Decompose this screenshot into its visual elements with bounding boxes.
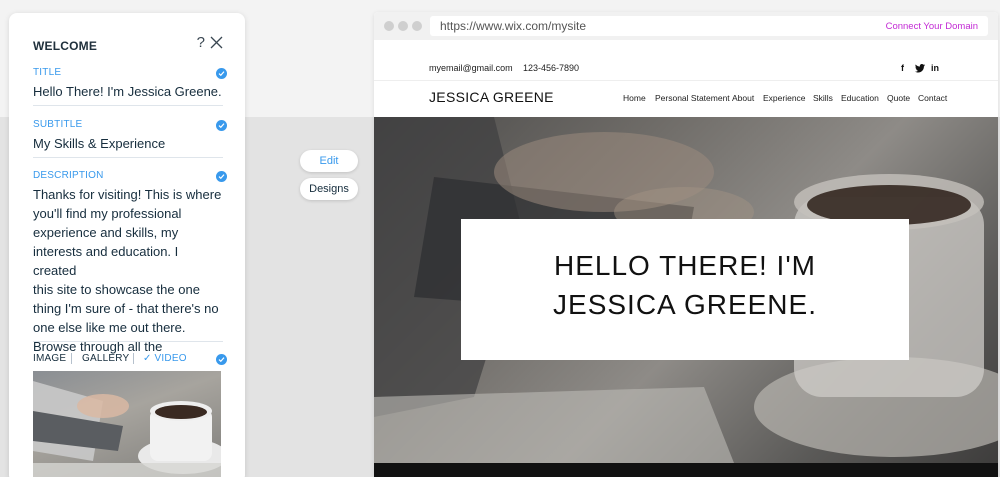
welcome-panel: WELCOME ? TITLE Hello There! I'm Jessica… xyxy=(9,13,245,477)
tab-separator xyxy=(133,353,134,364)
description-line: thing I'm sure of - that there's no xyxy=(33,301,219,316)
facebook-icon[interactable]: f xyxy=(901,63,904,73)
site-phone[interactable]: 123-456-7890 xyxy=(523,63,579,73)
subtitle-field-label: SUBTITLE xyxy=(33,119,83,130)
description-field-label: DESCRIPTION xyxy=(33,170,104,181)
nav-item-skills[interactable]: Skills xyxy=(813,93,833,103)
description-field-value[interactable]: Thanks for visiting! This is where you'l… xyxy=(33,185,223,356)
subtitle-field[interactable]: SUBTITLE My Skills & Experience xyxy=(33,119,227,153)
linkedin-icon[interactable]: in xyxy=(931,63,939,73)
description-line: this site to showcase the one xyxy=(33,282,200,297)
coffee-laptop-image xyxy=(33,381,221,477)
site-preview-window: https://www.wix.com/mysite Connect Your … xyxy=(374,12,998,477)
panel-header: WELCOME ? xyxy=(33,34,223,53)
connect-domain-link[interactable]: Connect Your Domain xyxy=(886,21,978,32)
twitter-icon[interactable] xyxy=(915,64,925,73)
check-icon xyxy=(216,68,227,79)
hero-title-line: JESSICA GREENE. xyxy=(553,289,817,320)
divider xyxy=(33,157,223,158)
window-dot xyxy=(398,21,408,31)
panel-title: WELCOME xyxy=(33,39,98,53)
check-icon xyxy=(216,354,227,365)
browser-address-bar: https://www.wix.com/mysite Connect Your … xyxy=(374,12,998,40)
header-divider xyxy=(374,80,998,81)
nav-item-quote[interactable]: Quote xyxy=(887,93,910,103)
divider xyxy=(33,105,223,106)
nav-item-about[interactable]: About xyxy=(732,93,754,103)
nav-item-personal-statement[interactable]: Personal Statement xyxy=(655,93,730,103)
check-icon xyxy=(216,120,227,131)
hero-bottom-strip xyxy=(374,463,998,477)
description-line: you'll find my professional xyxy=(33,206,182,221)
url-field[interactable]: https://www.wix.com/mysite Connect Your … xyxy=(430,16,988,36)
nav-item-home[interactable]: Home xyxy=(623,93,646,103)
check-icon xyxy=(216,171,227,182)
nav-item-contact[interactable]: Contact xyxy=(918,93,947,103)
description-field[interactable]: DESCRIPTION Thanks for visiting! This is… xyxy=(33,170,227,356)
tab-video[interactable]: ✓ VIDEO xyxy=(143,353,187,364)
designs-button[interactable]: Designs xyxy=(300,178,358,200)
media-thumbnail[interactable] xyxy=(33,371,221,477)
tab-image[interactable]: IMAGE xyxy=(33,353,66,364)
hero-title-line: HELLO THERE! I'M xyxy=(554,250,816,281)
window-dot xyxy=(412,21,422,31)
site-name[interactable]: JESSICA GREENE xyxy=(429,89,554,105)
nav-item-education[interactable]: Education xyxy=(841,93,879,103)
tab-gallery[interactable]: GALLERY xyxy=(82,353,129,364)
subtitle-field-value[interactable]: My Skills & Experience xyxy=(33,134,223,153)
description-line: experience and skills, my xyxy=(33,225,179,240)
close-icon[interactable] xyxy=(210,36,223,49)
description-line: interests and education. I created xyxy=(33,244,179,278)
title-field[interactable]: TITLE Hello There! I'm Jessica Greene. xyxy=(33,67,227,101)
divider xyxy=(33,341,223,342)
media-tabs: IMAGE GALLERY ✓ VIDEO xyxy=(33,353,227,367)
description-line: one else like me out there. xyxy=(33,320,186,335)
url-text: https://www.wix.com/mysite xyxy=(440,19,587,33)
site-email[interactable]: myemail@gmail.com xyxy=(429,63,513,73)
edit-button[interactable]: Edit xyxy=(300,150,358,172)
description-line: Thanks for visiting! This is where xyxy=(33,187,222,202)
hero-text-box[interactable]: HELLO THERE! I'M JESSICA GREENE. xyxy=(461,219,909,360)
title-field-label: TITLE xyxy=(33,67,62,78)
window-dot xyxy=(384,21,394,31)
nav-item-experience[interactable]: Experience xyxy=(763,93,806,103)
hero-section: HELLO THERE! I'M JESSICA GREENE. xyxy=(374,117,998,463)
help-icon[interactable]: ? xyxy=(197,34,205,51)
tab-separator xyxy=(71,353,72,364)
title-field-value[interactable]: Hello There! I'm Jessica Greene. xyxy=(33,82,223,101)
